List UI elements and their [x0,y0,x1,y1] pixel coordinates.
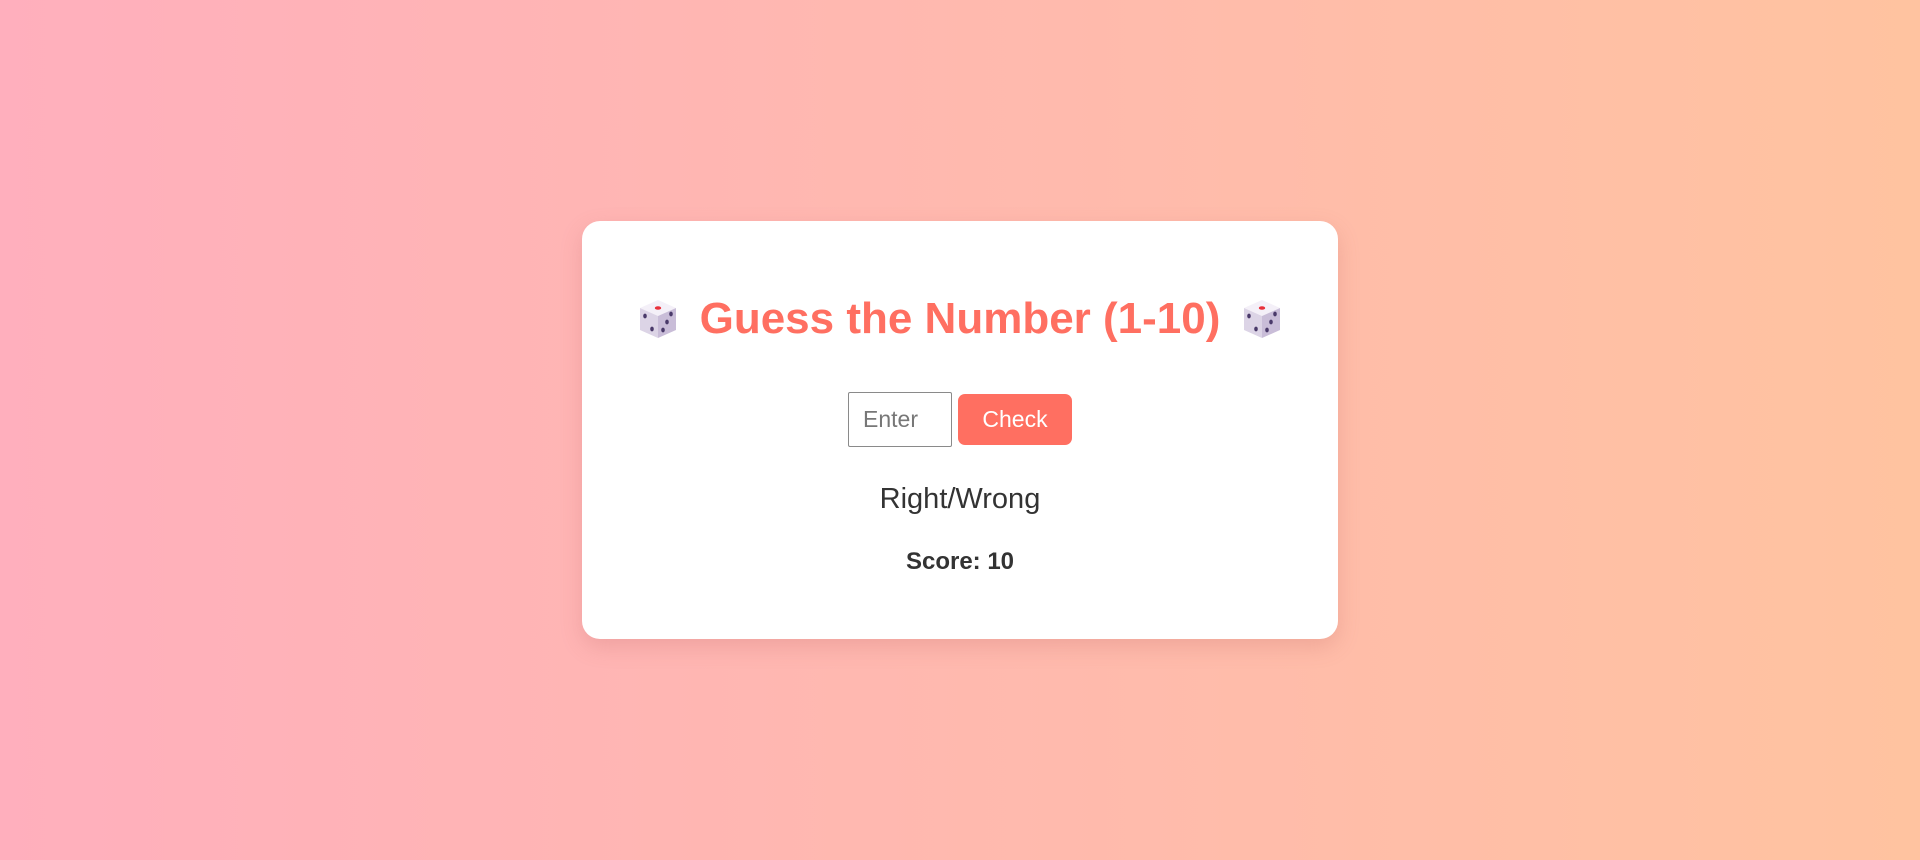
result-message: Right/Wrong [879,483,1041,515]
dice-icon [636,297,680,341]
guess-controls: Check [582,392,1338,447]
guess-input[interactable] [848,392,952,447]
page-title: Guess the Number (1-10) [699,294,1221,343]
game-card: Guess the Number (1-10) Check Right/Wron… [582,221,1338,639]
check-button[interactable]: Check [958,394,1072,445]
game-title: Guess the Number (1-10) [582,297,1338,341]
score-display: Score: 10 [905,548,1015,575]
dice-icon [1240,297,1284,341]
